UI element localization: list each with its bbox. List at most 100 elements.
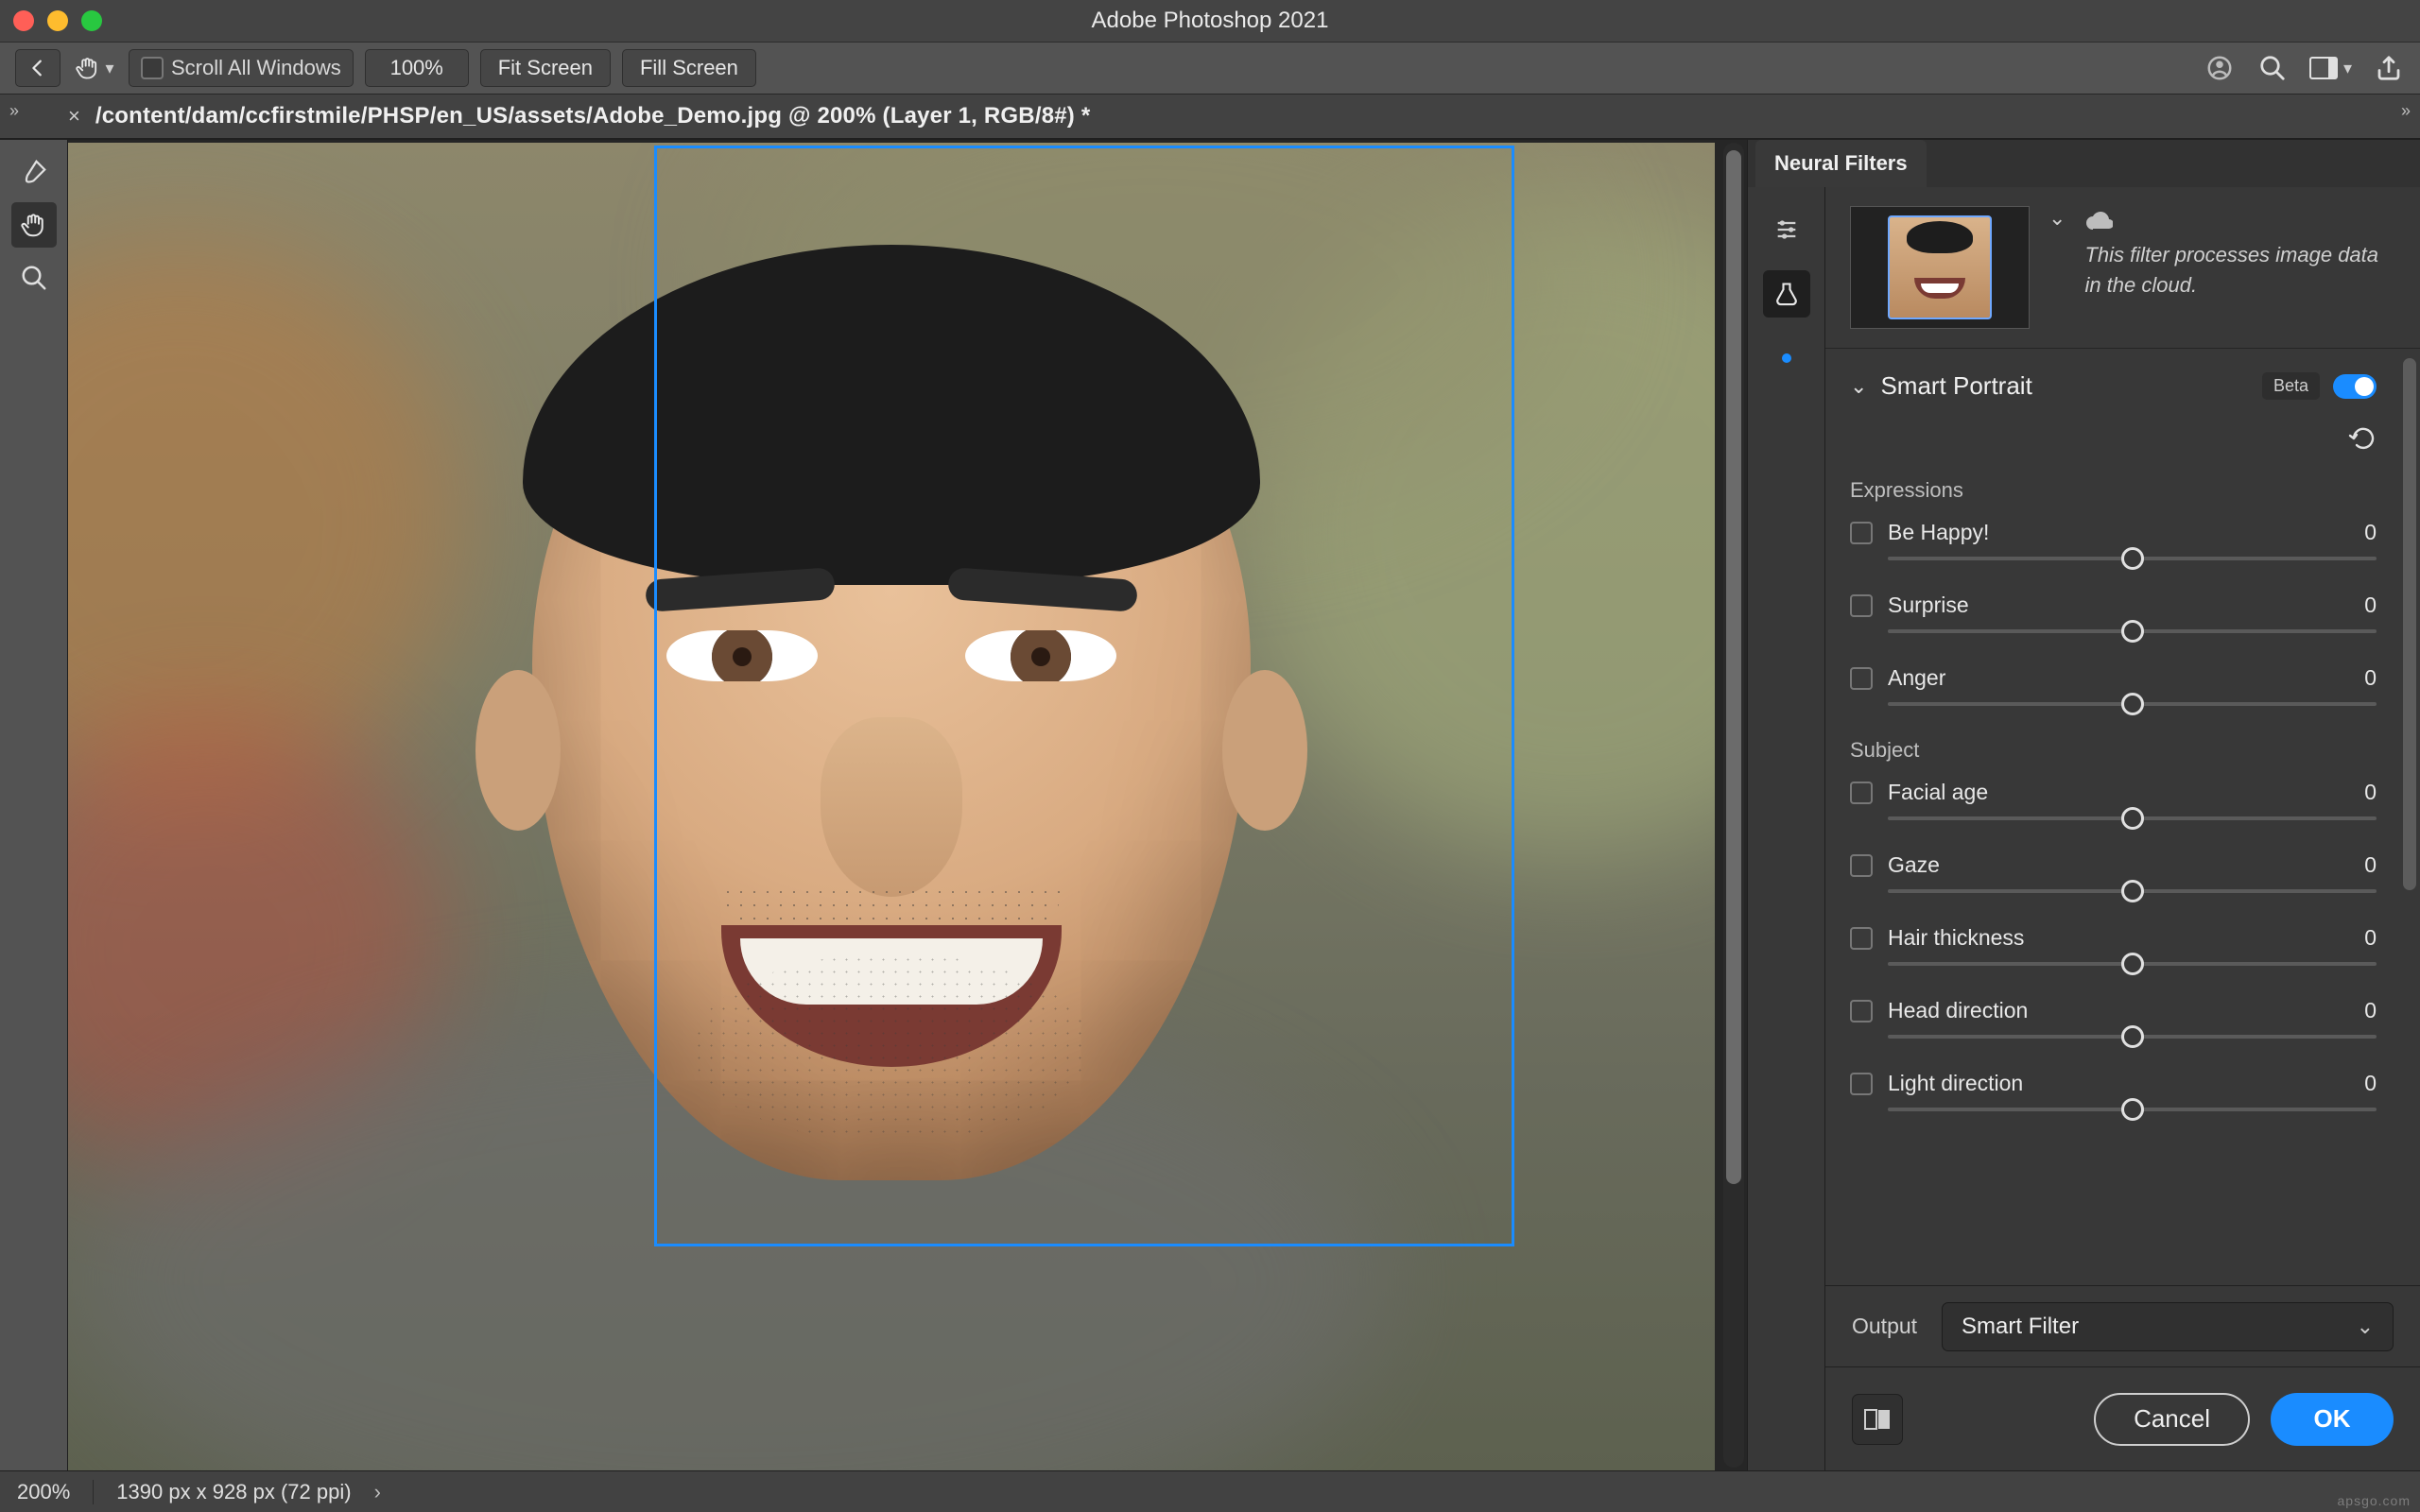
share-icon[interactable] (2373, 52, 2405, 84)
cloud-processing-note: This filter processes image data in the … (2084, 206, 2395, 301)
slider-light-direction: Light direction 0 (1850, 1071, 2377, 1111)
checkbox-icon (141, 57, 164, 79)
slider-knob[interactable] (2121, 547, 2144, 570)
slider-knob[interactable] (2121, 693, 2144, 715)
window-titlebar: Adobe Photoshop 2021 (0, 0, 2420, 42)
fit-screen-label: Fit Screen (498, 56, 593, 80)
checkbox-facial-age[interactable] (1850, 782, 1873, 804)
checkbox-hair[interactable] (1850, 927, 1873, 950)
neural-filters-panel: Neural Filters ⌄ (1747, 140, 2420, 1470)
filter-title-row: ⌄ Smart Portrait Beta (1850, 371, 2377, 401)
brush-tool[interactable] (11, 149, 57, 195)
fit-screen-button[interactable]: Fit Screen (480, 49, 611, 87)
hand-tool-indicator[interactable]: ▾ (72, 49, 117, 87)
track-surprise[interactable] (1888, 629, 2377, 633)
track-light[interactable] (1888, 1108, 2377, 1111)
scroll-all-windows-checkbox[interactable]: Scroll All Windows (129, 49, 354, 87)
value-facial-age: 0 (2364, 780, 2377, 805)
face-selection-box[interactable] (654, 146, 1514, 1246)
fill-screen-button[interactable]: Fill Screen (622, 49, 756, 87)
document-tab-bar: × /content/dam/ccfirstmile/PHSP/en_US/as… (0, 94, 2420, 140)
action-row: Cancel OK (1825, 1366, 2420, 1470)
checkbox-be-happy[interactable] (1850, 522, 1873, 544)
chevron-down-icon: ⌄ (2357, 1314, 2374, 1339)
value-anger: 0 (2364, 665, 2377, 691)
document-tab-title[interactable]: /content/dam/ccfirstmile/PHSP/en_US/asse… (95, 103, 1091, 129)
chevron-down-icon[interactable]: ⌄ (2048, 206, 2066, 231)
track-head[interactable] (1888, 1035, 2377, 1039)
checkbox-anger[interactable] (1850, 667, 1873, 690)
slider-knob[interactable] (2121, 1025, 2144, 1048)
output-select[interactable]: Smart Filter ⌄ (1942, 1302, 2394, 1351)
filter-adjustments-icon[interactable] (1763, 206, 1810, 253)
face-thumbnail[interactable] (1850, 206, 2030, 329)
zoom-level-field[interactable]: 100% (365, 49, 469, 87)
slider-gaze: Gaze0 (1850, 852, 2377, 893)
canvas-area[interactable] (68, 140, 1747, 1470)
track-gaze[interactable] (1888, 889, 2377, 893)
track-anger[interactable] (1888, 702, 2377, 706)
fill-screen-label: Fill Screen (640, 56, 738, 80)
track-facial-age[interactable] (1888, 816, 2377, 820)
value-surprise: 0 (2364, 593, 2377, 618)
slider-knob[interactable] (2121, 1098, 2144, 1121)
track-hair[interactable] (1888, 962, 2377, 966)
track-be-happy[interactable] (1888, 557, 2377, 560)
slider-knob[interactable] (2121, 807, 2144, 830)
label-anger: Anger (1888, 665, 2349, 691)
checkbox-surprise[interactable] (1850, 594, 1873, 617)
scroll-all-label: Scroll All Windows (171, 56, 341, 80)
slider-hair-thickness: Hair thickness 0 (1850, 925, 2377, 966)
document-canvas[interactable] (68, 143, 1715, 1470)
chevron-down-icon[interactable]: ⌄ (1850, 374, 1867, 399)
tab-neural-filters[interactable]: Neural Filters (1755, 140, 1927, 187)
cancel-button[interactable]: Cancel (2094, 1393, 2250, 1446)
slider-knob[interactable] (2121, 880, 2144, 902)
cloud-sync-icon[interactable] (2204, 52, 2236, 84)
status-zoom[interactable]: 200% (17, 1480, 70, 1504)
panel-scrollbar[interactable] (2403, 358, 2416, 1276)
filter-beta-icon[interactable] (1763, 270, 1810, 318)
output-label: Output (1852, 1314, 1917, 1339)
label-light: Light direction (1888, 1071, 2349, 1096)
value-hair: 0 (2364, 925, 2377, 951)
output-row: Output Smart Filter ⌄ (1825, 1285, 2420, 1366)
slider-head-direction: Head direction0 (1850, 998, 2377, 1039)
filter-header: ⌄ This filter processes image data in th… (1825, 187, 2420, 349)
chevron-down-icon: ▾ (2343, 59, 2352, 78)
label-surprise: Surprise (1888, 593, 2349, 618)
preview-toggle-button[interactable] (1852, 1394, 1903, 1445)
label-hair: Hair thickness (1888, 925, 2349, 951)
reset-button[interactable] (2348, 425, 2377, 450)
expand-right-icon[interactable]: » (2401, 101, 2411, 121)
checkbox-light[interactable] (1850, 1073, 1873, 1095)
slider-surprise: Surprise 0 (1850, 593, 2377, 633)
label-facial-age: Facial age (1888, 780, 2349, 805)
slider-knob[interactable] (2121, 620, 2144, 643)
canvas-scrollbar[interactable] (1723, 143, 1744, 1468)
filter-settings[interactable]: ⌄ Smart Portrait Beta Expressions (1825, 349, 2401, 1285)
checkbox-head[interactable] (1850, 1000, 1873, 1022)
hand-tool[interactable] (11, 202, 57, 248)
checkbox-gaze[interactable] (1850, 854, 1873, 877)
status-bar: 200% 1390 px x 928 px (72 ppi) › (0, 1470, 2420, 1512)
back-button[interactable] (15, 49, 60, 87)
value-light: 0 (2364, 1071, 2377, 1096)
ok-button[interactable]: OK (2271, 1393, 2394, 1446)
main-area: Neural Filters ⌄ (0, 140, 2420, 1470)
search-icon[interactable] (2256, 52, 2289, 84)
status-menu-chevron[interactable]: › (374, 1480, 381, 1504)
options-bar-right: ▾ (2204, 52, 2405, 84)
workspace-switcher[interactable]: ▾ (2309, 52, 2352, 84)
zoom-tool[interactable] (11, 255, 57, 301)
tool-strip (0, 140, 68, 1470)
slider-knob[interactable] (2121, 953, 2144, 975)
close-tab-button[interactable]: × (68, 104, 80, 129)
watermark: apsgo.com (2338, 1493, 2411, 1508)
filter-enable-toggle[interactable] (2333, 374, 2377, 399)
chevron-left-icon (27, 58, 48, 78)
options-bar: ▾ Scroll All Windows 100% Fit Screen Fil… (0, 42, 2420, 94)
section-subject: Subject (1850, 738, 2377, 763)
cloud-icon (2084, 212, 2395, 232)
expand-left-icon[interactable]: » (9, 101, 19, 121)
